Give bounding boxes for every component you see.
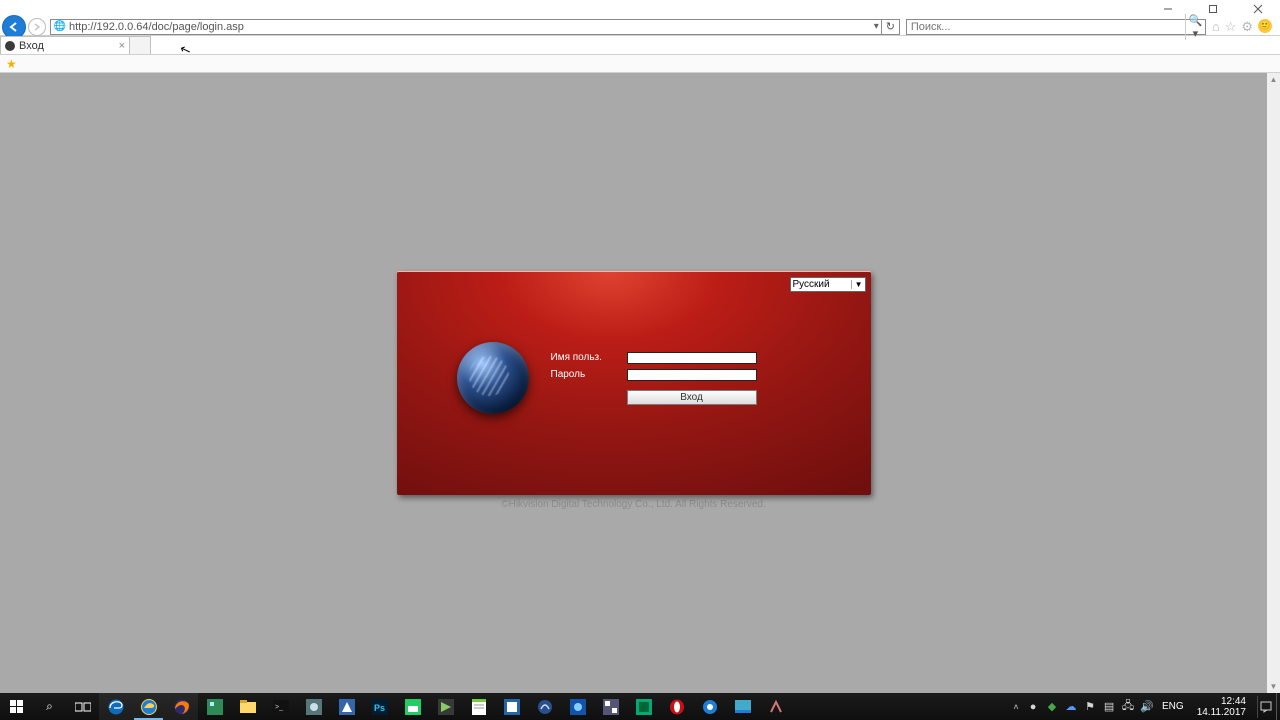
tray-volume-icon[interactable]: 🔊 xyxy=(1139,699,1155,715)
username-label: Имя польз. xyxy=(551,352,617,363)
svg-text:>_: >_ xyxy=(275,704,283,711)
scroll-up-icon[interactable]: ▲ xyxy=(1267,73,1280,86)
password-input[interactable] xyxy=(627,369,757,381)
tab-title: Вход xyxy=(19,40,44,52)
tray-network-icon[interactable]: 🖧 xyxy=(1120,699,1136,715)
taskbar-app-ie[interactable] xyxy=(132,693,165,720)
taskbar-app-generic-13[interactable] xyxy=(759,693,792,720)
taskbar-app-notepad-plus[interactable] xyxy=(462,693,495,720)
compatibility-dropdown-icon[interactable]: ▾ xyxy=(870,21,881,32)
forward-button xyxy=(28,18,46,36)
task-view-icon[interactable] xyxy=(66,693,99,720)
browser-tab[interactable]: Вход × xyxy=(0,36,130,54)
taskbar-app-generic-7[interactable] xyxy=(528,693,561,720)
taskbar-app-generic-9[interactable] xyxy=(594,693,627,720)
tab-close-icon[interactable]: × xyxy=(119,40,125,52)
address-bar[interactable]: 🌐 http://192.0.0.64/doc/page/login.asp ▾ xyxy=(50,19,882,35)
tray-icon-5[interactable]: ▤ xyxy=(1101,699,1117,715)
taskbar-app-generic-12[interactable] xyxy=(726,693,759,720)
username-input[interactable] xyxy=(627,352,757,364)
taskbar-app-firefox[interactable] xyxy=(165,693,198,720)
tray-icon-2[interactable]: ◆ xyxy=(1044,699,1060,715)
start-button[interactable] xyxy=(0,693,33,720)
taskbar-search-icon[interactable]: ⌕ xyxy=(33,693,66,720)
login-panel: Русский ▼ Имя польз. Пароль xyxy=(397,271,871,495)
language-select-value: Русский xyxy=(793,279,830,290)
taskbar-app-generic-8[interactable] xyxy=(561,693,594,720)
tray-notifications-icon[interactable] xyxy=(1257,696,1273,718)
scroll-down-icon[interactable]: ▼ xyxy=(1267,680,1280,693)
url-text: http://192.0.0.64/doc/page/login.asp xyxy=(69,20,870,34)
back-button[interactable] xyxy=(2,15,26,39)
window-minimize-button[interactable] xyxy=(1145,0,1190,18)
taskbar-app-opera[interactable] xyxy=(660,693,693,720)
tray-icon-1[interactable]: ● xyxy=(1025,699,1041,715)
svg-text:Ps: Ps xyxy=(374,703,385,713)
tray-clock[interactable]: 12:44 14.11.2017 xyxy=(1191,696,1252,718)
favorites-icon[interactable]: ☆ xyxy=(1225,19,1237,35)
tray-overflow-icon[interactable]: ˄ xyxy=(1010,702,1022,712)
search-input[interactable] xyxy=(907,21,1185,33)
taskbar-app-generic-6[interactable] xyxy=(495,693,528,720)
tray-icon-3[interactable]: ☁ xyxy=(1063,699,1079,715)
vertical-scrollbar[interactable]: ▲ ▼ xyxy=(1267,73,1280,693)
chevron-down-icon: ▼ xyxy=(851,280,863,289)
product-logo-orb xyxy=(457,342,529,414)
home-icon[interactable]: ⌂ xyxy=(1212,19,1220,35)
taskbar-app-generic-11[interactable] xyxy=(693,693,726,720)
show-desktop-button[interactable] xyxy=(1276,693,1280,720)
language-select[interactable]: Русский ▼ xyxy=(790,277,866,292)
tray-icon-4[interactable]: ⚑ xyxy=(1082,699,1098,715)
password-label: Пароль xyxy=(551,369,617,380)
copyright-text: ©Hikvision Digital Technology Co., Ltd. … xyxy=(397,499,871,510)
taskbar-app-generic-2[interactable] xyxy=(297,693,330,720)
window-close-button[interactable] xyxy=(1235,0,1280,18)
refresh-button[interactable]: ↻ xyxy=(882,19,900,35)
new-tab-button[interactable] xyxy=(129,36,151,54)
taskbar-app-generic-1[interactable] xyxy=(198,693,231,720)
search-bar[interactable]: 🔍▾ xyxy=(906,19,1206,35)
tab-favicon xyxy=(5,41,15,51)
favorites-bar-star-icon[interactable]: ★ xyxy=(6,57,17,71)
taskbar-app-edge[interactable] xyxy=(99,693,132,720)
taskbar-app-file-explorer[interactable] xyxy=(231,693,264,720)
taskbar-app-generic-10[interactable] xyxy=(627,693,660,720)
taskbar-app-generic-3[interactable] xyxy=(330,693,363,720)
taskbar-app-photoshop[interactable]: Ps xyxy=(363,693,396,720)
feedback-smiley-icon[interactable]: 🙂 xyxy=(1258,19,1272,33)
search-icon[interactable]: 🔍▾ xyxy=(1185,14,1205,40)
taskbar-app-terminal[interactable]: >_ xyxy=(264,693,297,720)
tray-language[interactable]: ENG xyxy=(1158,701,1188,712)
taskbar-app-generic-5[interactable] xyxy=(429,693,462,720)
site-identity-icon: 🌐 xyxy=(53,20,67,34)
page-viewport: Русский ▼ Имя польз. Пароль xyxy=(0,73,1267,693)
tools-gear-icon[interactable]: ⚙ xyxy=(1241,19,1253,35)
login-button[interactable]: Вход xyxy=(627,390,757,405)
taskbar-app-generic-4[interactable] xyxy=(396,693,429,720)
